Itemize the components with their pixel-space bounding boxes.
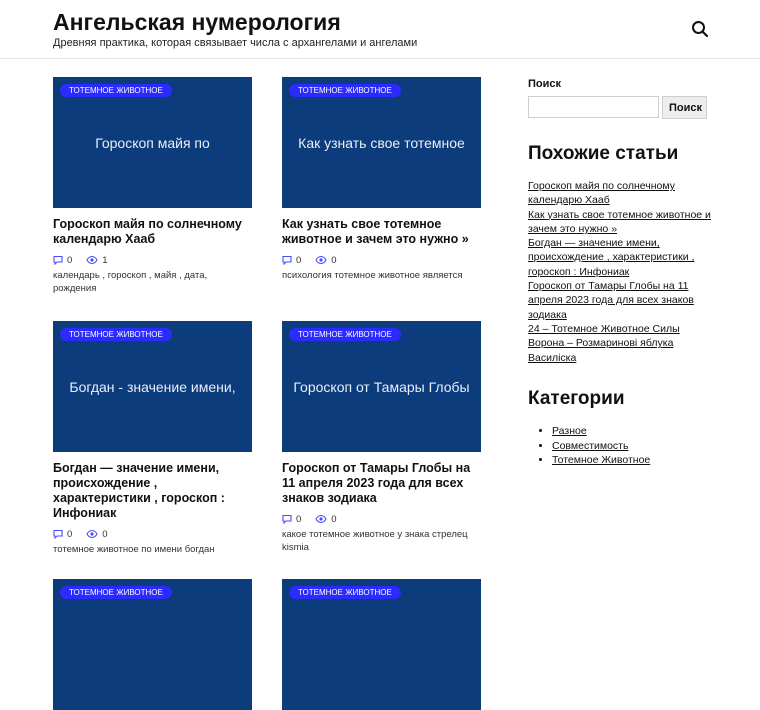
related-article-link[interactable]: Как узнать свое тотемное животное и заче… xyxy=(528,208,718,237)
category-badge[interactable]: ТОТЕМНОЕ ЖИВОТНОЕ xyxy=(289,84,401,97)
post-title[interactable]: Гороскоп майя по солнечному календарю Ха… xyxy=(53,217,252,247)
related-articles-list: Гороскоп майя по солнечному календарю Ха… xyxy=(528,179,718,365)
eye-icon xyxy=(86,255,98,265)
categories-list: Разное Совместимость Тотемное Животное xyxy=(552,424,650,468)
sidebar: Поиск Поиск Похожие статьи Гороскоп майя… xyxy=(528,0,728,600)
site-description: Древняя практика, которая связывает числ… xyxy=(53,37,418,49)
post-excerpt: психология тотемное животное является xyxy=(282,270,463,281)
post-thumbnail[interactable]: ТОТЕМНОЕ ЖИВОТНОЕ Гороскоп майя по xyxy=(53,77,252,208)
related-article-link[interactable]: Богдан — значение имени, происхождение ,… xyxy=(528,236,718,279)
post-meta: 0 0 xyxy=(53,528,252,540)
list-item: 24 – Тотемное Животное Силы Ворона – Роз… xyxy=(528,322,718,365)
comment-icon xyxy=(282,514,292,524)
thumbnail-text: Богдан - значение имени, xyxy=(69,378,236,395)
site-title[interactable]: Ангельская нумерология xyxy=(53,9,341,36)
related-articles-heading: Похожие статьи xyxy=(528,143,679,164)
category-badge[interactable]: ТОТЕМНОЕ ЖИВОТНОЕ xyxy=(289,328,401,341)
eye-icon xyxy=(86,529,98,539)
post-meta: 0 0 xyxy=(282,254,481,266)
related-article-link[interactable]: Гороскоп от Тамары Глобы на 11 апреля 20… xyxy=(528,279,718,322)
comment-icon xyxy=(53,255,63,265)
post-excerpt: тотемное животное по имени богдан xyxy=(53,544,215,555)
post-meta: 0 0 xyxy=(282,513,481,525)
list-item: Гороскоп от Тамары Глобы на 11 апреля 20… xyxy=(528,279,718,322)
post-thumbnail[interactable]: ТОТЕМНОЕ ЖИВОТНОЕ xyxy=(53,579,252,710)
post-title[interactable]: Гороскоп от Тамары Глобы на 11 апреля 20… xyxy=(282,461,481,506)
comment-count: 0 xyxy=(67,254,73,266)
search-label: Поиск xyxy=(528,78,562,90)
post-title[interactable]: Богдан — значение имени, происхождение ,… xyxy=(53,461,252,521)
comment-count: 0 xyxy=(296,513,302,525)
post-excerpt: какое тотемное животное у знака стрелец … xyxy=(282,529,468,553)
category-badge[interactable]: ТОТЕМНОЕ ЖИВОТНОЕ xyxy=(60,84,172,97)
post-excerpt: календарь , гороскоп , майя , дата, рожд… xyxy=(53,270,208,294)
thumbnail-text: Как узнать свое тотемное xyxy=(298,134,465,151)
comment-count: 0 xyxy=(296,254,302,266)
post-card: ТОТЕМНОЕ ЖИВОТНОЕ Гороскоп майя по Горос… xyxy=(53,77,252,295)
post-thumbnail[interactable]: ТОТЕМНОЕ ЖИВОТНОЕ Гороскоп от Тамары Гло… xyxy=(282,321,481,452)
view-count: 1 xyxy=(102,254,108,266)
list-item: Совместимость xyxy=(552,439,650,454)
eye-icon xyxy=(315,255,327,265)
search-submit-button[interactable]: Поиск xyxy=(662,96,707,119)
comment-icon xyxy=(282,255,292,265)
post-card: ТОТЕМНОЕ ЖИВОТНОЕ Как узнать свое тотемн… xyxy=(282,77,481,282)
post-thumbnail[interactable]: ТОТЕМНОЕ ЖИВОТНОЕ xyxy=(282,579,481,710)
category-badge[interactable]: ТОТЕМНОЕ ЖИВОТНОЕ xyxy=(60,328,172,341)
comment-icon xyxy=(53,529,63,539)
category-badge[interactable]: ТОТЕМНОЕ ЖИВОТНОЕ xyxy=(289,586,401,599)
view-count: 0 xyxy=(331,254,337,266)
post-thumbnail[interactable]: ТОТЕМНОЕ ЖИВОТНОЕ Богдан - значение имен… xyxy=(53,321,252,452)
thumbnail-text: Гороскоп от Тамары Глобы xyxy=(293,378,470,395)
thumbnail-text: Гороскоп майя по xyxy=(95,134,210,151)
category-badge[interactable]: ТОТЕМНОЕ ЖИВОТНОЕ xyxy=(60,586,172,599)
category-link[interactable]: Тотемное Животное xyxy=(552,454,650,466)
post-card: ТОТЕМНОЕ ЖИВОТНОЕ Гороскоп от Тамары Гло… xyxy=(282,321,481,554)
post-card: ТОТЕМНОЕ ЖИВОТНОЕ xyxy=(53,579,252,710)
eye-icon xyxy=(315,514,327,524)
category-link[interactable]: Совместимость xyxy=(552,440,628,452)
post-thumbnail[interactable]: ТОТЕМНОЕ ЖИВОТНОЕ Как узнать свое тотемн… xyxy=(282,77,481,208)
list-item: Тотемное Животное xyxy=(552,453,650,468)
post-card: ТОТЕМНОЕ ЖИВОТНОЕ xyxy=(282,579,481,710)
related-article-link[interactable]: Гороскоп майя по солнечному календарю Ха… xyxy=(528,179,718,208)
search-input[interactable] xyxy=(528,96,659,118)
view-count: 0 xyxy=(331,513,337,525)
list-item: Богдан — значение имени, происхождение ,… xyxy=(528,236,718,279)
categories-heading: Категории xyxy=(528,388,625,409)
post-card: ТОТЕМНОЕ ЖИВОТНОЕ Богдан - значение имен… xyxy=(53,321,252,556)
comment-count: 0 xyxy=(67,528,73,540)
related-article-link[interactable]: 24 – Тотемное Животное Силы Ворона – Роз… xyxy=(528,322,718,365)
view-count: 0 xyxy=(102,528,108,540)
category-link[interactable]: Разное xyxy=(552,425,587,437)
list-item: Как узнать свое тотемное животное и заче… xyxy=(528,208,718,237)
post-title[interactable]: Как узнать свое тотемное животное и заче… xyxy=(282,217,481,247)
list-item: Разное xyxy=(552,424,650,439)
post-meta: 0 1 xyxy=(53,254,252,266)
list-item: Гороскоп майя по солнечному календарю Ха… xyxy=(528,179,718,208)
